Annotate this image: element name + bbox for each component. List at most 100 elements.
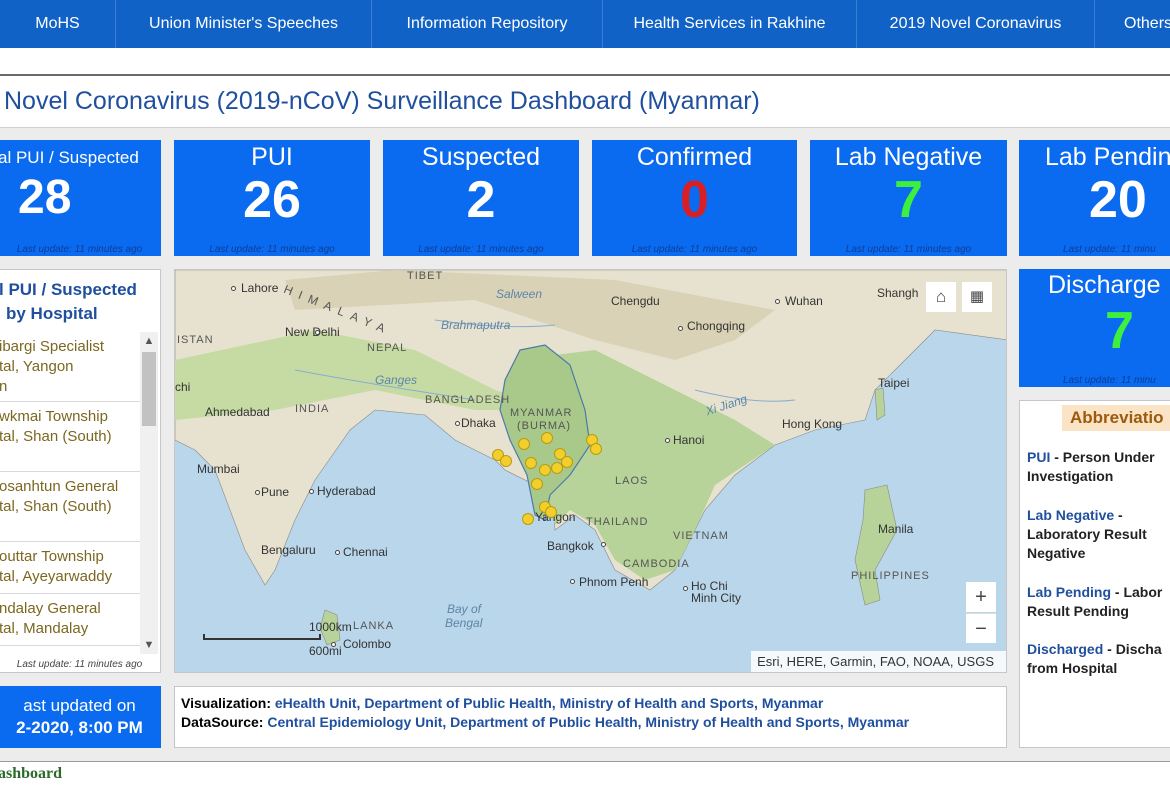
map-label-brahmaputra: Brahmaputra xyxy=(441,318,511,332)
city-marker xyxy=(315,330,320,335)
case-location-marker[interactable] xyxy=(525,457,537,469)
card-confirmed: Confirmed 0 Last update: 11 minutes ago xyxy=(592,140,797,256)
city-marker xyxy=(455,421,460,426)
list-scrollbar[interactable]: ▲ ▼ xyxy=(140,332,158,654)
city-marker xyxy=(601,542,606,547)
hospital-list-panel: l PUI / Suspected by Hospital ibargi Spe… xyxy=(0,269,161,673)
case-location-marker[interactable] xyxy=(541,432,553,444)
qr-code-icon[interactable]: ▦ xyxy=(962,282,992,312)
list-item-line: ibargi Specialist xyxy=(0,338,105,355)
scroll-thumb[interactable] xyxy=(142,352,156,426)
case-location-marker[interactable] xyxy=(539,464,551,476)
map-scale-bar xyxy=(203,634,321,640)
list-item-line: n xyxy=(0,377,140,397)
map-label-nepal: NEPAL xyxy=(367,342,408,354)
map-label-hyderabad: Hyderabad xyxy=(317,484,376,498)
hospital-list: ibargi Specialist tal, Yangon n wkmai To… xyxy=(0,332,140,654)
card-value: 7 xyxy=(1105,302,1134,360)
nav-item-mohs[interactable]: MoHS xyxy=(0,0,116,48)
case-location-marker[interactable] xyxy=(531,478,543,490)
card-update-time: Last update: 11 minutes ago xyxy=(418,244,544,255)
visualization-key: Visualization: xyxy=(181,695,271,711)
list-item-line: osanhtun General xyxy=(0,478,119,495)
map-label-india: INDIA xyxy=(295,403,330,415)
list-item[interactable]: ndalay General tal, Mandalay xyxy=(0,594,140,646)
card-label: Lab Pendin xyxy=(1045,143,1170,171)
city-marker xyxy=(309,489,314,494)
abbreviation-text: Result Pending xyxy=(1027,603,1129,619)
list-update-time: Last update: 11 minutes ago xyxy=(16,659,143,670)
card-label: Lab Negative xyxy=(834,143,983,171)
map-attribution: Esri, HERE, Garmin, FAO, NOAA, USGS xyxy=(751,651,1006,672)
card-update-time: Last update: 11 minu xyxy=(1063,244,1156,255)
dashboard-link[interactable]: ashboard xyxy=(0,765,62,783)
abbreviation-term: Lab Negative xyxy=(1027,507,1115,523)
zoom-in-button[interactable]: + xyxy=(966,582,996,612)
card-pui: PUI 26 Last update: 11 minutes ago xyxy=(174,140,370,256)
abbreviations-heading: Abbreviatio xyxy=(1062,405,1170,431)
card-lab-negative: Lab Negative 7 Last update: 11 minutes a… xyxy=(810,140,1007,256)
city-marker xyxy=(678,326,683,331)
scroll-up-icon[interactable]: ▲ xyxy=(140,332,158,350)
map-label-chi: chi xyxy=(175,380,191,394)
abbreviation-text: - Discha xyxy=(1103,641,1162,657)
card-value: 28 xyxy=(18,171,72,224)
zoom-out-button[interactable]: − xyxy=(966,613,996,643)
abbreviation-text: Laboratory Result xyxy=(1027,526,1147,542)
map-label-cambodia: CAMBODIA xyxy=(623,558,690,570)
nav-item-speeches[interactable]: Union Minister's Speeches xyxy=(116,0,372,48)
nav-item-rakhine[interactable]: Health Services in Rakhine xyxy=(603,0,857,48)
map-label-chongqing: Chongqing xyxy=(687,319,746,333)
card-update-time: Last update: 11 minu xyxy=(1063,375,1156,386)
case-location-marker[interactable] xyxy=(500,455,512,467)
case-location-marker[interactable] xyxy=(518,438,530,450)
home-icon[interactable]: ⌂ xyxy=(926,282,956,312)
card-lab-pending: Lab Pendin 20 Last update: 11 minu xyxy=(1019,140,1170,256)
philippines-shape xyxy=(854,484,898,606)
credits-panel: Visualization: eHealth Unit, Department … xyxy=(174,686,1007,748)
map-label-philippines: PHILIPPINES xyxy=(851,570,930,582)
abbreviation-entry: Lab Negative - Laboratory Result Negativ… xyxy=(1027,506,1170,563)
map-label-shanghai: Shangh xyxy=(877,286,919,300)
card-label: Confirmed xyxy=(636,143,753,171)
map-view[interactable]: TIBET HIMALAYA Lahore New Delhi NEPAL IS… xyxy=(174,269,1007,673)
taiwan-shape xyxy=(874,387,886,421)
case-location-marker[interactable] xyxy=(545,506,557,518)
card-label: Discharge xyxy=(1048,271,1161,299)
last-updated-line1: ast updated on xyxy=(23,696,136,715)
list-item-line: wkmai Township xyxy=(0,408,108,425)
abbreviation-text: - Labor xyxy=(1111,584,1163,600)
map-label-lanka: LANKA xyxy=(353,620,395,632)
map-label-phnom-penh: Phnom Penh xyxy=(579,575,649,589)
scroll-down-icon[interactable]: ▼ xyxy=(140,636,158,654)
hospital-list-title-line2: by Hospital xyxy=(6,304,98,323)
abbreviation-entry: PUI - Person Under Investigation xyxy=(1027,448,1170,486)
case-location-marker[interactable] xyxy=(561,456,573,468)
visualization-value: eHealth Unit, Department of Public Healt… xyxy=(274,695,824,711)
list-item[interactable]: outtar Township tal, Ayeyarwaddy xyxy=(0,542,140,594)
nav-item-coronavirus[interactable]: 2019 Novel Coronavirus xyxy=(857,0,1095,48)
map-label-bengal: Bengal xyxy=(445,616,483,630)
list-item[interactable]: ibargi Specialist tal, Yangon n xyxy=(0,332,140,402)
case-location-marker[interactable] xyxy=(590,443,602,455)
case-location-marker[interactable] xyxy=(522,513,534,525)
list-item-line: ndalay General xyxy=(0,600,101,617)
map-label-laos: LAOS xyxy=(615,475,649,487)
map-label-bangladesh: BANGLADESH xyxy=(425,394,511,406)
card-suspected: Suspected 2 Last update: 11 minutes ago xyxy=(383,140,579,256)
city-marker xyxy=(335,550,340,555)
card-value: 0 xyxy=(680,171,709,229)
map-label-istan: ISTAN xyxy=(177,334,214,346)
abbreviations-panel: Abbreviatio PUI - Person Under Investiga… xyxy=(1019,400,1170,748)
map-label-wuhan: Wuhan xyxy=(785,294,823,308)
map-label-hanoi: Hanoi xyxy=(673,433,705,447)
city-marker xyxy=(775,299,780,304)
nav-item-others[interactable]: Others xyxy=(1095,0,1170,48)
map-scale-km: 1000km xyxy=(309,620,352,634)
abbreviation-term: Discharged xyxy=(1027,641,1104,657)
list-item[interactable]: osanhtun General tal, Shan (South) xyxy=(0,472,140,542)
abbreviation-text: - Person Under xyxy=(1050,449,1155,465)
list-item[interactable]: wkmai Township tal, Shan (South) xyxy=(0,402,140,472)
nav-item-repository[interactable]: Information Repository xyxy=(372,0,603,48)
map-label-burma: (BURMA) xyxy=(517,420,572,432)
